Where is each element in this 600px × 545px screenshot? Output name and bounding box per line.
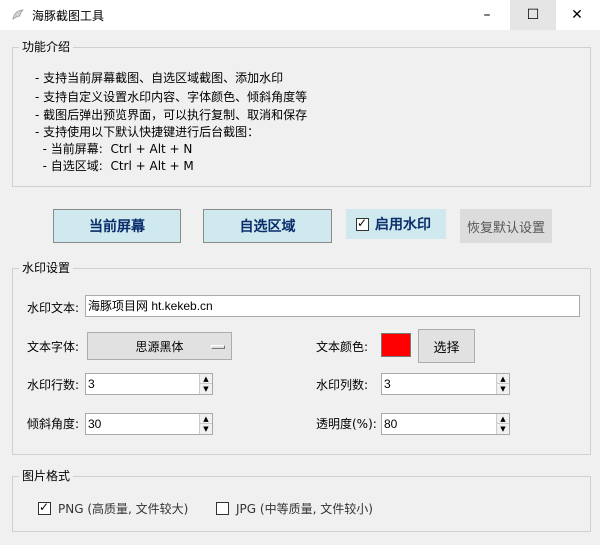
maximize-icon: ☐ [526,7,540,23]
cols-spinbox[interactable]: 3 ▲ ▼ [381,373,510,395]
current-screen-button[interactable]: 当前屏幕 [53,209,181,243]
intro-line: - 支持当前屏幕截图、自选区域截图、添加水印 [35,71,284,85]
spin-up-icon[interactable]: ▲ [497,374,509,384]
jpg-option[interactable]: JPG (中等质量, 文件较小) [216,500,373,517]
spin-up-icon[interactable]: ▲ [200,414,212,424]
title-bar: 海豚截图工具 – ☐ ✕ [0,0,600,30]
rows-spinbox[interactable]: 3 ▲ ▼ [85,373,213,395]
intro-line: - 自选区域: Ctrl + Alt + M [35,159,194,173]
font-select-value: 思源黑体 [135,339,184,354]
angle-spinbox[interactable]: 30 ▲ ▼ [85,413,213,435]
watermark-text-label: 水印文本: [27,301,80,315]
watermark-text-input[interactable]: 海豚项目网 ht.kekeb.cn [85,295,580,317]
rows-value: 3 [88,377,95,391]
png-checkbox[interactable]: ✓ [38,500,51,515]
png-option[interactable]: ✓ PNG (高质量, 文件较大) [38,500,188,517]
intro-line: - 当前屏幕: Ctrl + Alt + N [35,142,193,156]
check-icon: ✓ [39,500,50,514]
intro-line: - 支持使用以下默认快捷键进行后台截图： [35,125,260,139]
maximize-button[interactable]: ☐ [510,0,556,30]
cols-value: 3 [384,377,391,391]
minimize-icon: – [483,7,491,23]
format-legend: 图片格式 [19,468,74,484]
intro-line: - 截图后弹出预览界面，可以执行复制、取消和保存 [35,108,308,122]
app-icon [12,9,24,20]
watermark-legend: 水印设置 [19,260,74,276]
choose-color-button[interactable]: 选择 [418,329,475,363]
custom-region-button[interactable]: 自选区域 [203,209,332,243]
opacity-label: 透明度(%): [316,417,377,431]
angle-label: 倾斜角度: [27,417,80,431]
opacity-value: 80 [384,417,398,431]
intro-line: - 支持自定义设置水印内容、字体颜色、倾斜角度等 [35,90,308,104]
dropdown-indicator-icon [211,345,225,349]
spin-down-icon[interactable]: ▼ [200,424,212,434]
rows-label: 水印行数: [27,378,80,392]
close-button[interactable]: ✕ [554,0,600,30]
check-icon: ✓ [357,215,368,230]
enable-watermark-checkbox[interactable]: ✓ [356,215,369,231]
intro-legend: 功能介绍 [19,39,74,55]
window-title: 海豚截图工具 [32,9,105,23]
color-label: 文本颜色: [316,340,369,354]
jpg-label: JPG (中等质量, 文件较小) [236,502,373,516]
font-select[interactable]: 思源黑体 [87,332,232,360]
angle-value: 30 [88,417,102,431]
minimize-button[interactable]: – [464,0,510,30]
spin-up-icon[interactable]: ▲ [497,414,509,424]
png-label: PNG (高质量, 文件较大) [58,502,189,516]
spin-down-icon[interactable]: ▼ [497,424,509,434]
color-swatch[interactable] [381,333,411,357]
enable-watermark-toggle[interactable]: ✓ 启用水印 [346,209,446,239]
jpg-checkbox[interactable] [216,502,229,515]
reset-defaults-button[interactable]: 恢复默认设置 [460,209,552,243]
spin-down-icon[interactable]: ▼ [497,384,509,394]
enable-watermark-label: 启用水印 [375,217,431,233]
font-label: 文本字体: [27,340,80,354]
close-icon: ✕ [571,7,583,23]
spin-down-icon[interactable]: ▼ [200,384,212,394]
opacity-spinbox[interactable]: 80 ▲ ▼ [381,413,510,435]
cols-label: 水印列数: [316,378,369,392]
spin-up-icon[interactable]: ▲ [200,374,212,384]
